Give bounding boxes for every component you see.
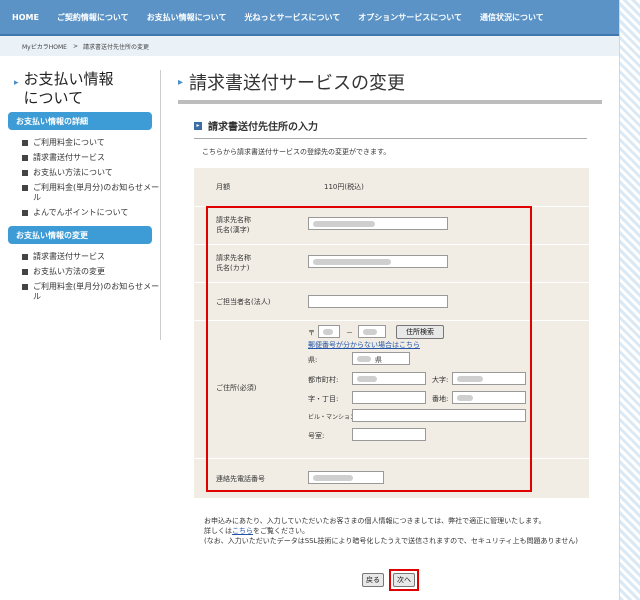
nav-home[interactable]: HOME (12, 13, 39, 22)
monthly-fee-value: 110円(税込) (324, 183, 364, 191)
arrow-icon: ▸ (178, 76, 184, 88)
sidebar-item-invoice-service-change[interactable]: 請求書送付サービス (22, 252, 160, 262)
bullet-icon (22, 210, 28, 216)
nav-contract[interactable]: ご契約情報について (57, 12, 129, 23)
bullet-icon (22, 155, 28, 161)
nav-service[interactable]: 光ねっとサービスについて (244, 12, 340, 23)
back-button[interactable]: 戻る (362, 573, 384, 587)
sidebar-title: ▸ お支払い情報 について (8, 70, 160, 108)
bullet-icon (22, 185, 28, 191)
sidebar-item-payment-method-change[interactable]: お支払い方法の変更 (22, 267, 160, 277)
sidebar-heading-change: お支払い情報の変更 (8, 226, 152, 244)
main-content: ▸ 請求書送付サービスの変更 ▸ 請求書送付先住所の入力 こちらから請求書送付サ… (178, 70, 602, 498)
privacy-note-line1: お申込みにあたり、入力していただいたお客さまの個人情報につきましては、弊社で適正… (204, 517, 546, 525)
sidebar-list-change: 請求書送付サービス お支払い方法の変更 ご利用料金(単月分)のお知らせメール (22, 252, 160, 302)
sidebar-title-line2: について (23, 89, 84, 107)
sidebar-item-invoice-service[interactable]: 請求書送付サービス (22, 153, 160, 163)
breadcrumb-current: 請求書送付先住所の変更 (82, 43, 149, 51)
section-divider (194, 138, 587, 139)
next-button[interactable]: 次へ (393, 573, 415, 587)
title-divider (178, 100, 602, 104)
row-monthly-fee: 月額 110円(税込) (194, 168, 589, 206)
monthly-fee-label: 月額 (216, 183, 230, 191)
highlight-form-box (206, 206, 532, 492)
nav-payment[interactable]: お支払い情報について (147, 12, 227, 23)
privacy-link[interactable]: こちら (232, 527, 253, 535)
breadcrumb-separator: > (72, 42, 78, 50)
decorative-stripes (620, 0, 640, 600)
arrow-icon: ▸ (14, 78, 19, 88)
sidebar-title-line1: お支払い情報 (23, 70, 114, 88)
bullet-icon (22, 284, 28, 290)
section-heading: ▸ 請求書送付先住所の入力 (194, 118, 602, 133)
bullet-icon (22, 254, 28, 260)
privacy-note-line2: 詳しくはこちらをご覧ください。 (204, 527, 309, 535)
page-frame: HOME ご契約情報について お支払い情報について 光ねっとサービスについて オ… (0, 0, 620, 600)
sidebar-item-usage-fee[interactable]: ご利用料金について (22, 138, 160, 148)
intro-text: こちらから請求書送付サービスの登録先の変更ができます。 (202, 148, 391, 156)
breadcrumb-home[interactable]: MyピカラHOME (22, 42, 67, 51)
privacy-note-line3: (なお、入力いただいたデータはSSL技術により暗号化したうえで送信されますので、… (204, 537, 578, 545)
sidebar-item-points[interactable]: よんでんポイントについて (22, 208, 160, 218)
sidebar-list-details: ご利用料金について 請求書送付サービス お支払い方法について ご利用料金(単月分… (22, 138, 160, 218)
sidebar: ▸ お支払い情報 について お支払い情報の詳細 ご利用料金について 請求書送付サ… (8, 70, 161, 340)
nav-status[interactable]: 通信状況について (480, 12, 544, 23)
bullet-icon (22, 170, 28, 176)
page-title: ▸ 請求書送付サービスの変更 (178, 73, 406, 94)
nav-option[interactable]: オプションサービスについて (358, 12, 462, 23)
bullet-icon (22, 269, 28, 275)
privacy-note: お申込みにあたり、入力していただいたお客さまの個人情報につきましては、弊社で適正… (204, 516, 584, 546)
sidebar-item-monthly-mail-change[interactable]: ご利用料金(単月分)のお知らせメール (22, 282, 160, 302)
breadcrumb: MyピカラHOME > 請求書送付先住所の変更 (0, 36, 619, 56)
arrow-box-icon: ▸ (194, 121, 202, 130)
bullet-icon (22, 140, 28, 146)
sidebar-item-monthly-mail[interactable]: ご利用料金(単月分)のお知らせメール (22, 183, 160, 203)
sidebar-heading-details: お支払い情報の詳細 (8, 112, 152, 130)
top-navigation: HOME ご契約情報について お支払い情報について 光ねっとサービスについて オ… (0, 0, 619, 36)
sidebar-item-payment-method[interactable]: お支払い方法について (22, 168, 160, 178)
